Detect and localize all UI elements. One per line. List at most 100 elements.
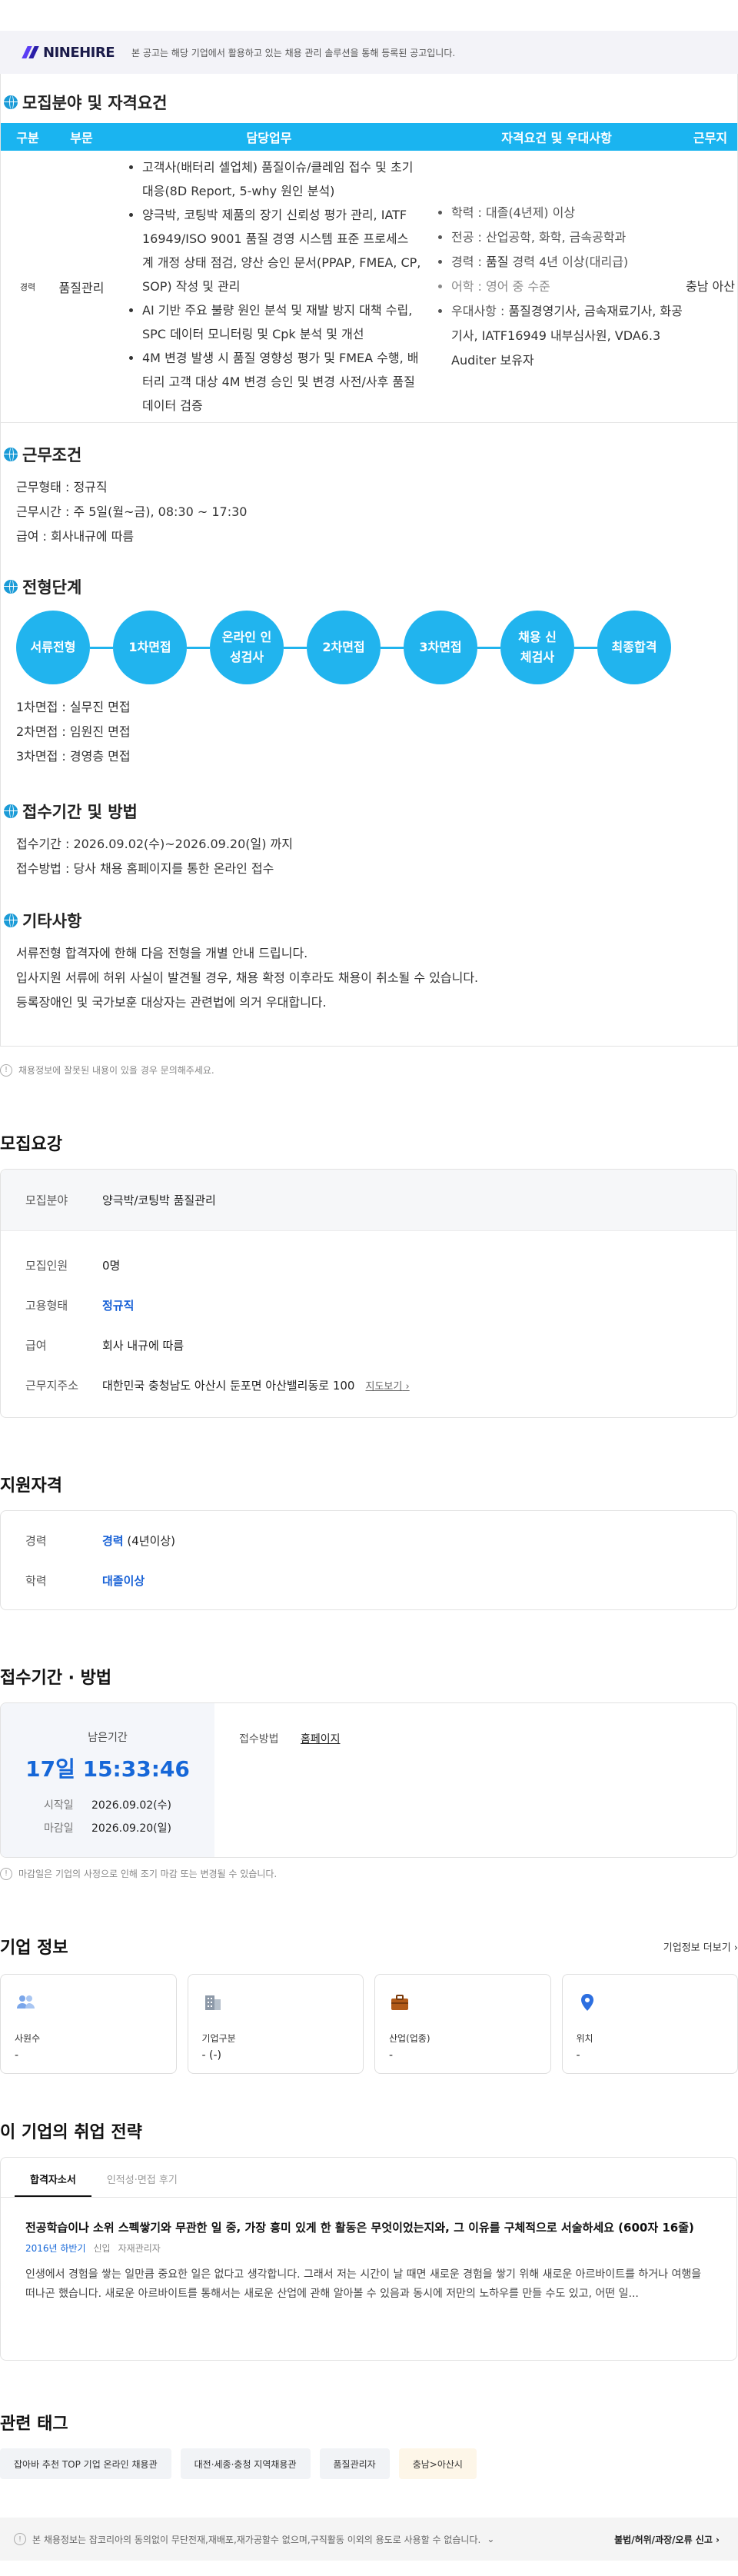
tab-interview-review[interactable]: 인적성·면접 후기 — [91, 2158, 193, 2197]
tag-item[interactable]: 충남>아산시 — [399, 2448, 477, 2479]
globe-icon — [4, 448, 18, 461]
footer-bar: ! 본 채용정보는 잡코리아의 동의없이 무단전재,재배포,재가공할수 없으며,… — [0, 2518, 738, 2561]
table-header: 부문 — [55, 123, 108, 151]
remaining-time: 17일 15:33:46 — [25, 1752, 190, 1783]
copyright-notice[interactable]: ! 본 채용정보는 잡코리아의 동의없이 무단전재,재배포,재가공할수 없으며,… — [14, 2533, 494, 2546]
essay-answer: 인생에서 경험을 쌓는 일만큼 중요한 일은 없다고 생각합니다. 그래서 저는… — [1, 2255, 736, 2304]
recruit-table: 구분 부문 담당업무 자격요건 및 우대사항 근무지 경력 품질관리 고객사(배… — [1, 123, 737, 423]
tag-item[interactable]: 잡아바 추천 TOP 기업 온라인 채용관 — [0, 2448, 171, 2479]
brand-note: 본 공고는 해당 기업에서 활용하고 있는 채용 관리 솔루션을 통해 등록된 … — [131, 46, 455, 59]
duty-item: 양극박, 코팅박 제품의 장기 신뢰성 평가 관리, IATF 16949/IS… — [142, 203, 422, 298]
qualification-row: 경력 경력 (4년이상) — [1, 1520, 736, 1560]
essay-meta: 2016년 하반기신입자재관리자 — [1, 2235, 736, 2255]
table-row: 경력 품질관리 고객사(배터리 셀업체) 품질이슈/클레임 접수 및 초기 대응… — [1, 151, 737, 423]
summary-row: 모집인원 0명 — [1, 1245, 736, 1285]
process-step: 3차면접 — [404, 611, 477, 684]
globe-icon — [4, 804, 18, 818]
etc-text: 서류전형 합격자에 한해 다음 전형을 개별 안내 드립니다. 입사지원 서류에… — [1, 941, 737, 1015]
process-steps: 서류전형 1차면접 온라인 인성검사 2차면접 3차면접 채용 신체검사 최종합… — [1, 607, 737, 695]
strategy-tabs: 합격자소서 인적성·면접 후기 — [1, 2158, 736, 2198]
company-card: 위치 - — [562, 1974, 738, 2074]
qualifications-title: 지원자격 — [0, 1418, 738, 1510]
period-title: 접수기간 · 방법 — [0, 1610, 738, 1702]
people-icon — [15, 1992, 36, 2013]
qual-item: 경력 : 품질 경력 4년 이상(대리급) — [451, 250, 683, 275]
apply-text: 접수기간 : 2026.09.02(수)~2026.09.20(일) 까지 접수… — [1, 832, 737, 881]
info-icon: ! — [0, 1868, 12, 1880]
step-connector — [477, 647, 500, 649]
step-connector — [284, 647, 307, 649]
company-cards: 사원수 - 기업구분 - (-) 산업(업종) - 위치 - — [0, 1974, 738, 2074]
summary-box: 모집분야 양극박/코팅박 품질관리 모집인원 0명 고용형태 정규직 급여 회사… — [0, 1169, 737, 1418]
table-header: 근무지 — [683, 123, 737, 151]
remaining-time-panel: 남은기간 17일 15:33:46 시작일2026.09.02(수) 마감일20… — [1, 1703, 214, 1857]
brand-bar: NINEHIRE 본 공고는 해당 기업에서 활용하고 있는 채용 관리 솔루션… — [0, 31, 738, 74]
company-more-link[interactable]: 기업정보 더보기 › — [663, 1939, 738, 1954]
report-link[interactable]: 불법/허위/과장/오류 신고 › — [614, 2533, 720, 2546]
company-card: 기업구분 - (-) — [188, 1974, 364, 2074]
strategy-title: 이 기업의 취업 전략 — [0, 2074, 738, 2157]
essay-question[interactable]: 전공학습이나 소위 스펙쌓기와 무관한 일 중, 가장 흥미 있게 한 활동은 … — [1, 2198, 736, 2235]
tags-title: 관련 태그 — [0, 2361, 738, 2448]
step-connector — [90, 647, 113, 649]
qual-item: 학력 : 대졸(4년제) 이상 — [451, 201, 683, 225]
step-connector — [381, 647, 404, 649]
qual-item: 우대사항 : 품질경영기사, 금속재료기사, 화공기사, IATF16949 내… — [451, 299, 683, 373]
section-title-process: 전형단계 — [1, 549, 737, 607]
summary-row: 급여 회사 내규에 따름 — [1, 1325, 736, 1365]
company-card: 산업(업종) - — [374, 1974, 551, 2074]
section-title-apply: 접수기간 및 방법 — [1, 769, 737, 832]
location-pin-icon — [577, 1992, 598, 2013]
ninehire-logo-mark — [23, 46, 40, 58]
job-posting-body: 모집분야 및 자격요건 구분 부문 담당업무 자격요건 및 우대사항 근무지 경… — [0, 74, 738, 1047]
homepage-link[interactable]: 홈페이지 — [301, 1733, 341, 1746]
step-connector — [187, 647, 210, 649]
division-cell: 품질관리 — [55, 151, 108, 423]
building-icon — [202, 1992, 224, 2013]
period-box: 남은기간 17일 15:33:46 시작일2026.09.02(수) 마감일20… — [0, 1702, 737, 1858]
globe-icon — [4, 580, 18, 594]
summary-row: 고용형태 정규직 — [1, 1285, 736, 1325]
process-step: 최종합격 — [597, 611, 671, 684]
process-step: 2차면접 — [307, 611, 381, 684]
conditions-text: 근무형태 : 정규직 근무시간 : 주 5일(월~금), 08:30 ~ 17:… — [1, 475, 737, 549]
process-text: 1차면접 : 실무진 면접 2차면접 : 임원진 면접 3차면접 : 경영층 면… — [1, 695, 737, 769]
strategy-box: 합격자소서 인적성·면접 후기 전공학습이나 소위 스펙쌓기와 무관한 일 중,… — [0, 2157, 737, 2361]
process-step: 서류전형 — [16, 611, 90, 684]
qualifications-box: 경력 경력 (4년이상) 학력 대졸이상 — [0, 1510, 737, 1610]
qual-item: 전공 : 산업공학, 화학, 금속공학과 — [451, 225, 683, 250]
process-step: 온라인 인성검사 — [210, 611, 284, 684]
page: NINEHIRE 본 공고는 해당 기업에서 활용하고 있는 채용 관리 솔루션… — [0, 31, 738, 2576]
table-header: 담당업무 — [108, 123, 430, 151]
qualification-row: 학력 대졸이상 — [1, 1560, 736, 1600]
brand-name: NINEHIRE — [43, 45, 115, 61]
section-title-etc: 기타사항 — [1, 881, 737, 941]
tab-cover-letter[interactable]: 합격자소서 — [15, 2158, 91, 2197]
tag-item[interactable]: 품질관리자 — [320, 2448, 390, 2479]
tag-item[interactable]: 대전·세종·충청 지역채용관 — [181, 2448, 311, 2479]
duty-item: 고객사(배터리 셀업체) 품질이슈/클레임 접수 및 초기 대응(8D Repo… — [142, 155, 422, 203]
apply-method: 접수방법 홈페이지 — [214, 1703, 365, 1857]
briefcase-icon — [389, 1992, 411, 2013]
ninehire-logo: NINEHIRE — [23, 45, 115, 61]
table-header: 구분 — [1, 123, 55, 151]
section-title-recruit: 모집분야 및 자격요건 — [1, 74, 737, 123]
table-header: 자격요건 및 우대사항 — [430, 123, 683, 151]
summary-row: 근무지주소 대한민국 충청남도 아산시 둔포면 아산밸리동로 100 지도보기 … — [1, 1365, 736, 1405]
error-report-note[interactable]: ! 채용정보에 잘못된 내용이 있을 경우 문의해주세요. — [0, 1047, 738, 1077]
info-icon: ! — [0, 1064, 12, 1077]
company-card: 사원수 - — [0, 1974, 177, 2074]
period-note: ! 마감일은 기업의 사정으로 인해 조기 마감 또는 변경될 수 있습니다. — [0, 1858, 738, 1880]
summary-field-row: 모집분야 양극박/코팅박 품질관리 — [1, 1170, 736, 1231]
step-connector — [574, 647, 597, 649]
tag-list: 잡아바 추천 TOP 기업 온라인 채용관 대전·세종·충청 지역채용관 품질관… — [0, 2448, 738, 2479]
duty-item: AI 기반 주요 불량 원인 분석 및 재발 방지 대책 수립, SPC 데이터… — [142, 298, 422, 346]
qualifications-cell: 학력 : 대졸(4년제) 이상 전공 : 산업공학, 화학, 금속공학과 경력 … — [430, 151, 683, 423]
map-view-link[interactable]: 지도보기 › — [365, 1378, 409, 1393]
location-cell: 충남 아산 — [683, 151, 737, 423]
duty-item: 4M 변경 발생 시 품질 영향성 평가 및 FMEA 수행, 배터리 고객 대… — [142, 346, 422, 418]
process-step: 1차면접 — [113, 611, 187, 684]
company-header: 기업 정보 기업정보 더보기 › — [0, 1880, 738, 1974]
summary-title: 모집요강 — [0, 1077, 738, 1169]
info-icon: ! — [14, 2533, 26, 2545]
